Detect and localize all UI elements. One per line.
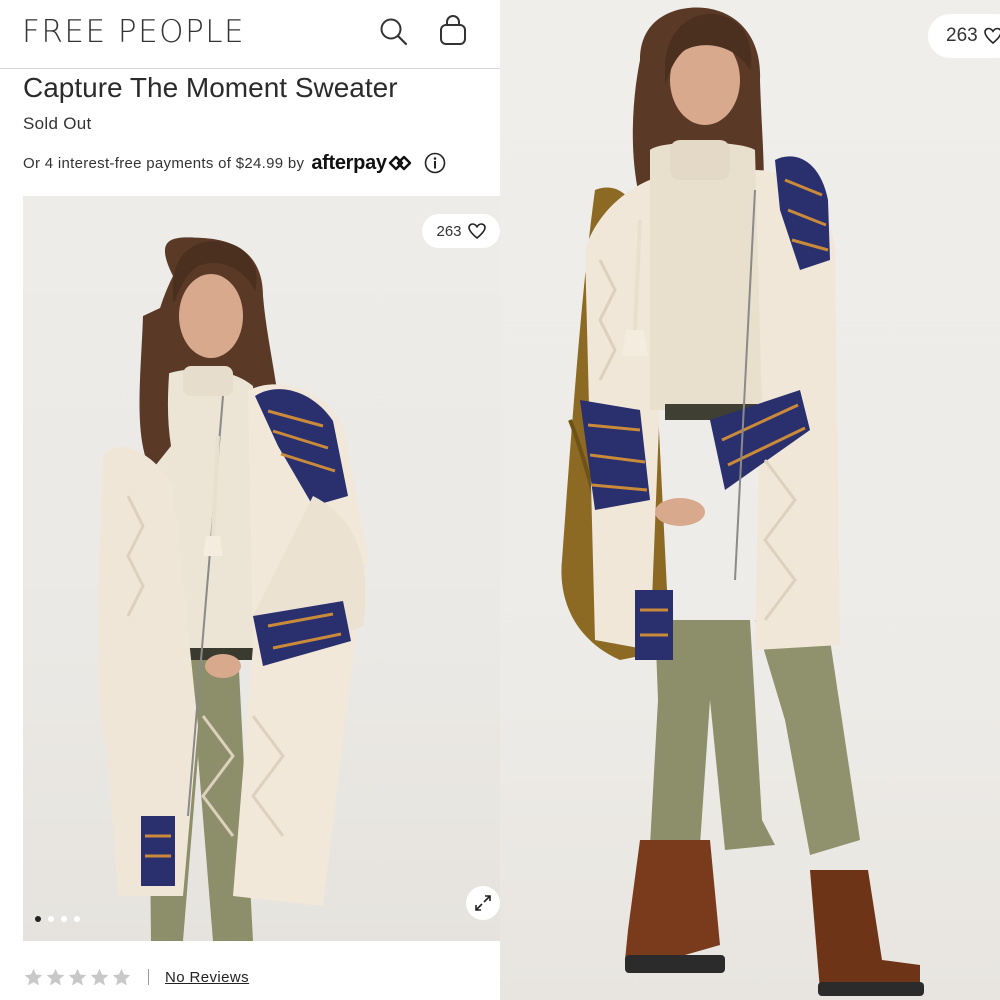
- reviews-summary: No Reviews: [23, 962, 249, 992]
- expand-image-button[interactable]: [466, 886, 500, 920]
- like-button-zoomed[interactable]: 263: [928, 14, 1000, 58]
- model-photo-zoomed: [561, 7, 924, 996]
- afterpay-logo[interactable]: afterpay: [311, 152, 411, 175]
- afterpay-logo-text: afterpay: [311, 151, 387, 174]
- stock-status: Sold Out: [23, 114, 92, 133]
- search-icon: [380, 18, 408, 46]
- star-icon: [112, 968, 131, 985]
- payment-text: Or 4 interest-free payments of $24.99 by: [23, 154, 305, 172]
- model-photo: [98, 237, 368, 941]
- payment-info: Or 4 interest-free payments of $24.99 by…: [23, 150, 483, 176]
- carousel-dot-2[interactable]: [48, 916, 54, 922]
- brand-logo[interactable]: FREE PEOPLE: [22, 14, 245, 50]
- product-image[interactable]: 263: [23, 196, 500, 941]
- star-icon: [68, 968, 87, 985]
- zoomed-product-image[interactable]: 263: [500, 0, 1000, 1000]
- site-header: FREE PEOPLE: [0, 0, 500, 69]
- star-icon: [46, 968, 65, 985]
- star-icon: [24, 968, 43, 985]
- divider: [148, 969, 149, 985]
- carousel-dot-3[interactable]: [61, 916, 67, 922]
- afterpay-arrows-icon: [388, 155, 411, 171]
- like-button[interactable]: 263: [422, 214, 500, 248]
- carousel-dot-4[interactable]: [74, 916, 80, 922]
- product-title: Capture The Moment Sweater: [23, 72, 398, 103]
- info-icon[interactable]: [424, 152, 446, 174]
- rating-stars: [23, 967, 132, 988]
- shopping-bag-icon: [440, 15, 466, 45]
- like-count: 263: [436, 222, 462, 240]
- carousel-dots: [35, 916, 80, 922]
- shopping-bag-button[interactable]: [437, 14, 469, 48]
- star-icon: [90, 968, 109, 985]
- expand-icon: [475, 895, 491, 911]
- heart-icon: [467, 223, 486, 239]
- search-button[interactable]: [378, 16, 410, 48]
- like-count-zoomed: 263: [946, 25, 978, 46]
- product-page-panel: FREE PEOPLE Capture The Moment Sweater S…: [0, 0, 500, 1000]
- carousel-dot-1[interactable]: [35, 916, 41, 922]
- heart-icon: [983, 27, 1000, 45]
- no-reviews-link[interactable]: No Reviews: [165, 969, 249, 986]
